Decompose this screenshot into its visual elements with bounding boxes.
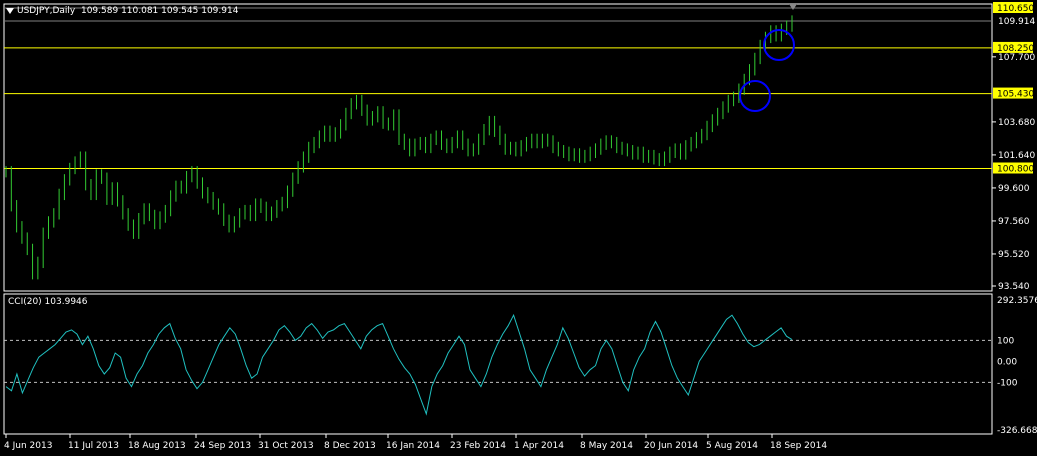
time-tick-label: 20 Jun 2014: [644, 441, 698, 451]
cci-tick-label: 0.00: [997, 357, 1017, 367]
price-chart[interactable]: 107.700 103.680 101.640 99.600 97.560 95.520 9…: [0, 0, 1037, 456]
price-level-tag-label: 105.430: [997, 90, 1034, 100]
time-tick-label: 1 Apr 2014: [514, 441, 564, 451]
time-tick-label: 18 Sep 2014: [770, 441, 827, 451]
chart-header[interactable]: USDJPY,Daily 109.589 110.081 109.545 109…: [6, 6, 238, 16]
current-price-label: 109.914: [998, 17, 1035, 27]
price-level-tag-label: 100.800: [997, 165, 1034, 175]
time-tick-label: 8 May 2014: [580, 441, 633, 451]
time-tick-label: 5 Aug 2014: [706, 441, 758, 451]
time-tick-label: 23 Feb 2014: [450, 441, 506, 451]
price-tick-label: 101.640: [998, 151, 1035, 161]
price-tick-label: 107.700: [998, 53, 1035, 63]
cci-label: CCI(20) 103.9946: [8, 297, 88, 307]
price-tick-label: 103.680: [998, 118, 1035, 128]
price-level-tag-label: 110.650: [997, 4, 1034, 14]
ohlc-values: 109.589 110.081 109.545 109.914: [80, 6, 239, 16]
dropdown-icon[interactable]: [6, 7, 14, 14]
time-tick-label: 11 Jul 2013: [68, 441, 119, 451]
symbol-label: USDJPY,Daily: [17, 6, 76, 16]
cci-tick-label: 100: [997, 336, 1014, 346]
time-tick-label: 24 Sep 2013: [194, 441, 251, 451]
price-tick-label: 99.600: [998, 184, 1030, 194]
cci-tick-label: -100: [997, 378, 1018, 388]
time-tick-label: 4 Jun 2013: [4, 441, 52, 451]
time-tick-label: 31 Oct 2013: [258, 441, 314, 451]
time-tick-label: 16 Jan 2014: [386, 441, 440, 451]
price-tick-label: 97.560: [998, 217, 1030, 227]
price-tick-label: 95.520: [998, 250, 1030, 260]
price-tick-label: 93.540: [998, 282, 1030, 292]
time-tick-label: 8 Dec 2013: [324, 441, 376, 451]
cci-tick-label: -326.6682: [997, 426, 1037, 436]
cci-tick-label: 292.3576: [997, 296, 1037, 306]
price-level-tag-label: 108.250: [997, 44, 1034, 54]
time-tick-label: 18 Aug 2013: [128, 441, 186, 451]
